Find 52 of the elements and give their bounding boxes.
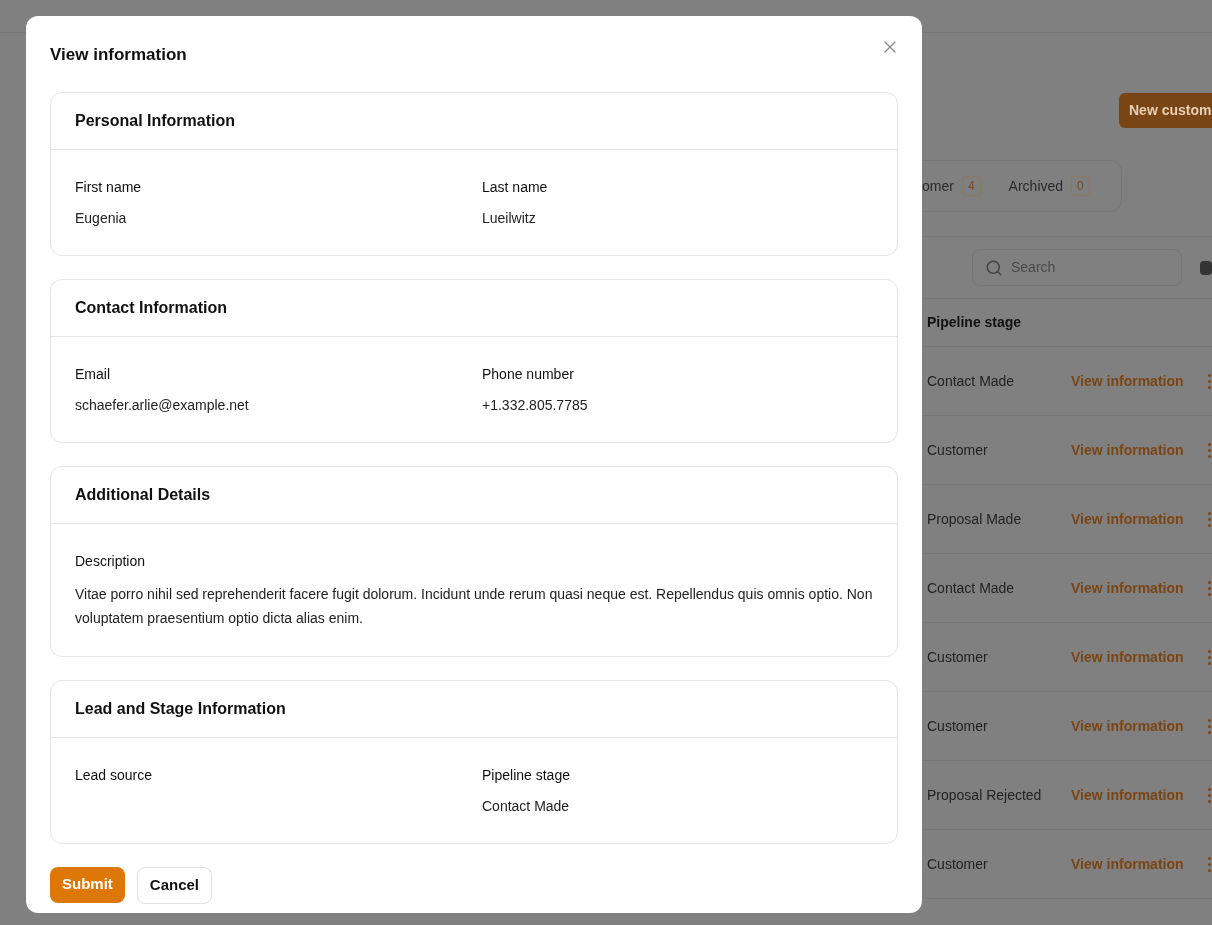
count-badge: 0 xyxy=(1071,176,1090,196)
field-value: +1.332.805.7785 xyxy=(482,395,589,415)
field-label: Pipeline stage xyxy=(482,765,571,785)
table-cell-text: Customer xyxy=(927,440,989,460)
table-cell-text: Customer xyxy=(927,854,989,874)
field-label: First name xyxy=(75,177,143,197)
view-information-link[interactable]: View information xyxy=(1071,577,1207,599)
more-icon[interactable] xyxy=(1208,787,1211,803)
field-value: Lueilwitz xyxy=(482,208,537,228)
field-label: Email xyxy=(75,364,111,384)
table-cell-text: Customer xyxy=(927,716,989,736)
field-value: Eugenia xyxy=(75,208,128,228)
table-cell-text: Contact Made xyxy=(927,371,1016,391)
section-title: Additional Details xyxy=(75,484,211,505)
table-cell-text: Customer xyxy=(927,647,989,667)
columns-icon[interactable] xyxy=(1200,260,1212,275)
tab[interactable]: Archived 0 xyxy=(1008,175,1090,197)
view-information-link[interactable]: View information xyxy=(1071,853,1207,875)
column-header: Pipeline stage xyxy=(927,313,1022,332)
submit-button[interactable]: Submit xyxy=(50,866,125,903)
more-icon[interactable] xyxy=(1208,511,1211,527)
more-icon[interactable] xyxy=(1208,442,1211,458)
view-information-link[interactable]: View information xyxy=(1071,439,1207,461)
field-label: Last name xyxy=(482,177,549,197)
count-badge: 4 xyxy=(961,176,981,196)
dialog-title: View information xyxy=(50,44,187,66)
more-icon[interactable] xyxy=(1208,718,1211,734)
field-value: Contact Made xyxy=(482,796,571,816)
table-cell-text: Proposal Rejected xyxy=(927,785,1043,805)
view-information-link[interactable]: View information xyxy=(1071,646,1207,668)
view-information-link[interactable]: View information xyxy=(1071,715,1207,737)
tab[interactable]: omer 4 xyxy=(922,175,981,197)
field-value: Vitae porro nihil sed reprehenderit facere fugit dolorum. Incidunt unde rerum quasi neque est. Repellendus quis omnis optio. Non voluptatem praesentium optio dicta alias enim. xyxy=(75,584,873,628)
more-icon[interactable] xyxy=(1208,649,1211,665)
view-information-link[interactable]: View information xyxy=(1071,784,1207,806)
more-icon[interactable] xyxy=(1208,373,1211,389)
cancel-button[interactable]: Cancel xyxy=(136,866,213,904)
section-title: Contact Information xyxy=(75,297,227,318)
more-icon[interactable] xyxy=(1208,580,1211,596)
search-icon xyxy=(985,258,1003,277)
view-information-link[interactable]: View information xyxy=(1071,370,1207,392)
section-title: Personal Information xyxy=(75,110,236,131)
table-cell-text: Proposal Made xyxy=(927,509,1023,529)
table-cell-text: Contact Made xyxy=(927,578,1016,598)
field-label: Phone number xyxy=(482,364,575,384)
field-label: Description xyxy=(75,551,147,571)
more-icon[interactable] xyxy=(1208,856,1211,872)
section-title: Lead and Stage Information xyxy=(75,698,286,719)
field-value: schaefer.arlie@example.net xyxy=(75,395,250,415)
view-information-link[interactable]: View information xyxy=(1071,508,1207,530)
new-customer-button[interactable]: New custom xyxy=(1119,93,1212,128)
field-label: Lead source xyxy=(75,765,154,785)
